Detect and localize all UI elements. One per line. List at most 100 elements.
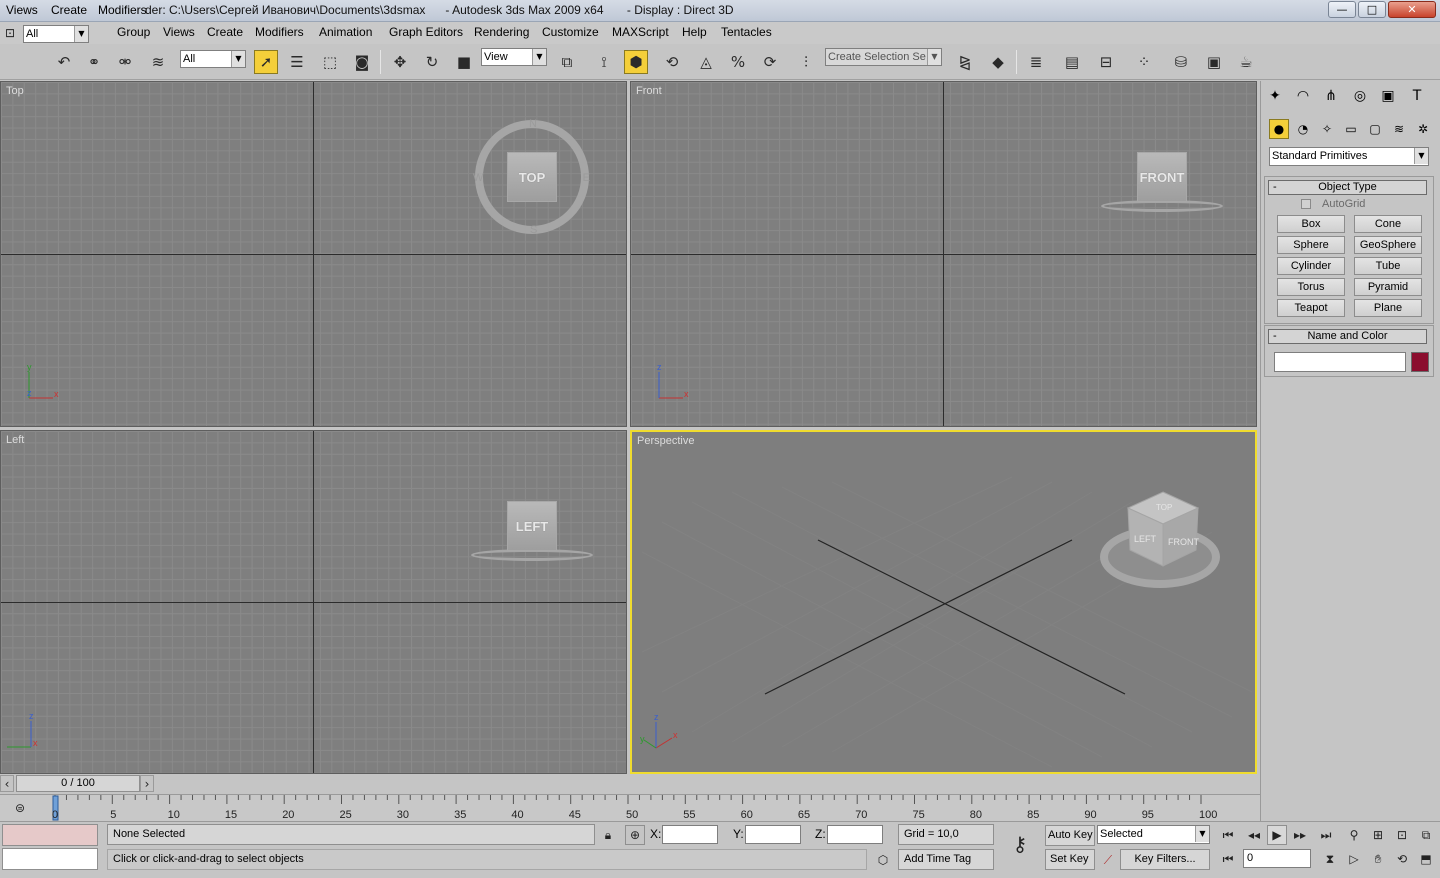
viewport-perspective[interactable]: Perspective TOP LEFT FRONT x y z	[630, 430, 1257, 774]
chevron-right-icon[interactable]: ›	[140, 775, 154, 792]
chevron-left-icon[interactable]: ‹	[0, 775, 14, 792]
window-crossing-icon[interactable]: ◙	[350, 50, 374, 74]
menu-maxscript[interactable]: MAXScript	[612, 25, 669, 39]
display-panel-icon[interactable]: ▣	[1377, 85, 1399, 107]
go-to-start-icon[interactable]: ⏮	[1218, 825, 1238, 845]
next-frame-icon[interactable]: ▸▸	[1290, 825, 1310, 845]
name-and-color-header[interactable]: - Name and Color	[1268, 329, 1427, 344]
layer-filter-dropdown[interactable]: All ▼	[23, 25, 89, 43]
helpers-icon[interactable]: ▢	[1365, 119, 1385, 139]
category-dropdown[interactable]: Standard Primitives ▼	[1269, 147, 1429, 166]
space-warps-icon[interactable]: ≋	[1389, 119, 1409, 139]
menu-help[interactable]: Help	[682, 25, 707, 39]
x-coordinate-input[interactable]	[662, 825, 718, 844]
key-filters-button[interactable]: Key Filters...	[1120, 849, 1210, 870]
minimize-button[interactable]: —	[1328, 1, 1356, 18]
align-icon[interactable]: ◆	[986, 50, 1010, 74]
mirror-icon[interactable]: ⧎	[953, 50, 977, 74]
close-button[interactable]: ✕	[1388, 1, 1436, 18]
viewcube-top[interactable]: TOP	[507, 152, 557, 202]
zoom-extents-all-icon[interactable]: ⧉	[1416, 825, 1436, 845]
time-tag-icon[interactable]: ⬡	[873, 850, 893, 870]
cone-button[interactable]: Cone	[1354, 215, 1422, 233]
material-editor-icon[interactable]: ⁘	[1132, 50, 1156, 74]
select-and-link-icon[interactable]: ⚭	[82, 50, 106, 74]
edit-named-selection-icon[interactable]: ⫶	[794, 50, 818, 74]
viewport-left[interactable]: Left LEFT x z	[0, 430, 627, 774]
viewcube-left[interactable]: LEFT	[507, 501, 557, 551]
time-slider-thumb[interactable]: 0 / 100	[16, 775, 140, 792]
rectangular-selection-icon[interactable]: ⬚	[318, 50, 342, 74]
pivot-center-icon[interactable]: ⧉	[555, 50, 579, 74]
play-icon[interactable]: ▶	[1267, 825, 1287, 845]
object-name-input[interactable]	[1274, 352, 1406, 372]
select-by-name-icon[interactable]: ☰	[285, 50, 309, 74]
select-object-icon[interactable]: ➚	[254, 50, 278, 74]
lock-icon[interactable]: 🔒︎	[598, 825, 618, 845]
reference-coordinate-dropdown[interactable]: View ▼	[481, 48, 547, 66]
key-mode-toggle-icon[interactable]: ⏮	[1218, 849, 1238, 869]
menu-create[interactable]: Create	[207, 25, 243, 39]
menu-animation[interactable]: Animation	[319, 25, 372, 39]
systems-icon[interactable]: ✲	[1413, 119, 1433, 139]
undo-icon[interactable]: ↶	[52, 50, 76, 74]
rendered-frame-window-icon[interactable]: ▣	[1202, 50, 1226, 74]
select-and-manipulate-icon[interactable]: ⟟	[592, 50, 616, 74]
y-coordinate-input[interactable]	[745, 825, 801, 844]
render-production-icon[interactable]: ☕	[1234, 50, 1258, 74]
torus-button[interactable]: Torus	[1277, 278, 1345, 296]
bind-to-space-warp-icon[interactable]: ≋	[146, 50, 170, 74]
menu-tentacles[interactable]: Tentacles	[721, 25, 772, 39]
render-setup-icon[interactable]: ⛁	[1169, 50, 1193, 74]
add-time-tag[interactable]: Add Time Tag	[898, 849, 994, 870]
key-mode-dropdown[interactable]: Selected ▼	[1097, 825, 1210, 844]
object-color-swatch[interactable]	[1411, 352, 1429, 372]
keyboard-shortcut-override-icon[interactable]: ⬢	[624, 50, 648, 74]
menu-create-left[interactable]: Create	[51, 3, 87, 17]
cameras-icon[interactable]: ▭	[1341, 119, 1361, 139]
zoom-all-icon[interactable]: ⊞	[1368, 825, 1388, 845]
viewcube-front[interactable]: FRONT	[1137, 152, 1187, 202]
curve-editor-icon[interactable]: ▤	[1060, 50, 1084, 74]
maxscript-input-mini[interactable]	[2, 848, 98, 870]
maxscript-listener-mini[interactable]	[2, 824, 98, 846]
shapes-icon[interactable]: ◔	[1293, 119, 1313, 139]
plane-button[interactable]: Plane	[1354, 299, 1422, 317]
pan-view-icon[interactable]: ✋︎	[1368, 849, 1388, 869]
menu-graph-editors[interactable]: Graph Editors	[389, 25, 463, 39]
time-configuration-icon[interactable]: ⧗	[1320, 849, 1340, 869]
box-button[interactable]: Box	[1277, 215, 1345, 233]
sphere-button[interactable]: Sphere	[1277, 236, 1345, 254]
field-of-view-icon[interactable]: ▷	[1344, 849, 1364, 869]
tube-button[interactable]: Tube	[1354, 257, 1422, 275]
angle-snap-icon[interactable]: ◬	[694, 50, 718, 74]
layer-manager-icon[interactable]: ≣	[1024, 50, 1048, 74]
modify-panel-icon[interactable]: ◠	[1292, 85, 1314, 107]
spinner-snap-icon[interactable]: ⟳	[758, 50, 782, 74]
set-key-button[interactable]: Set Key	[1045, 849, 1095, 870]
utilities-panel-icon[interactable]: T	[1406, 85, 1428, 107]
previous-frame-icon[interactable]: ◂◂	[1244, 825, 1264, 845]
snaps-toggle-icon[interactable]: ⟲	[660, 50, 684, 74]
motion-panel-icon[interactable]: ◎	[1349, 85, 1371, 107]
layer-icon[interactable]: ⊡	[0, 23, 20, 43]
menu-group[interactable]: Group	[117, 25, 150, 39]
viewport-label[interactable]: Left	[6, 434, 24, 446]
menu-modifiers[interactable]: Modifiers	[255, 25, 304, 39]
geosphere-button[interactable]: GeoSphere	[1354, 236, 1422, 254]
orbit-icon[interactable]: ⟲	[1392, 849, 1412, 869]
viewport-top[interactable]: Top N S W E TOP x y z	[0, 81, 627, 427]
absolute-offset-icon[interactable]: ⊕	[625, 825, 645, 845]
viewcube-perspective[interactable]: TOP LEFT FRONT	[1124, 490, 1202, 570]
selection-filter-dropdown[interactable]: All ▼	[180, 50, 246, 68]
named-selection-set-dropdown[interactable]: Create Selection Se ▼	[825, 48, 942, 66]
viewport-label[interactable]: Top	[6, 85, 24, 97]
object-type-header[interactable]: - Object Type	[1268, 180, 1427, 195]
geometry-icon[interactable]: ●	[1269, 119, 1289, 139]
lights-icon[interactable]: ✧	[1317, 119, 1337, 139]
menu-customize[interactable]: Customize	[542, 25, 599, 39]
menu-views[interactable]: Views	[163, 25, 195, 39]
maximize-viewport-icon[interactable]: ⬒	[1416, 849, 1436, 869]
create-panel-icon[interactable]: ✦	[1264, 85, 1286, 107]
viewport-front[interactable]: Front FRONT x z	[630, 81, 1257, 427]
